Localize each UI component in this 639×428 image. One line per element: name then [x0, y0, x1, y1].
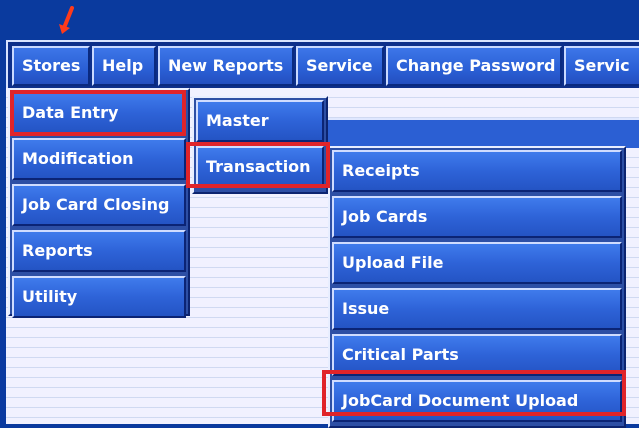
pointer-arrow-icon [59, 6, 74, 34]
data-entry-submenu: Master Transaction [192, 96, 328, 194]
tab-new-reports[interactable]: New Reports [158, 46, 294, 86]
menu-item-utility[interactable]: Utility [12, 276, 186, 318]
menu-item-job-card-closing[interactable]: Job Card Closing [12, 184, 186, 226]
menu-item-jobcard-document-upload[interactable]: JobCard Document Upload [332, 380, 622, 422]
menu-item-transaction[interactable]: Transaction [196, 146, 324, 188]
menu-item-modification[interactable]: Modification [12, 138, 186, 180]
tab-stores[interactable]: Stores [12, 46, 90, 86]
tab-help[interactable]: Help [92, 46, 156, 86]
menu-item-master[interactable]: Master [196, 100, 324, 142]
tab-service[interactable]: Service [296, 46, 384, 86]
transaction-submenu: Receipts Job Cards Upload File Issue Cri… [328, 146, 626, 428]
menu-item-reports[interactable]: Reports [12, 230, 186, 272]
main-menubar: Stores Help New Reports Service Change P… [6, 40, 639, 88]
menu-item-receipts[interactable]: Receipts [332, 150, 622, 192]
menu-item-critical-parts[interactable]: Critical Parts [332, 334, 622, 376]
tab-change-password[interactable]: Change Password [386, 46, 562, 86]
menu-item-upload-file[interactable]: Upload File [332, 242, 622, 284]
menu-item-job-cards[interactable]: Job Cards [332, 196, 622, 238]
submenu-header-band [320, 118, 639, 148]
stores-dropdown: Data Entry Modification Job Card Closing… [8, 88, 190, 318]
tab-service-2[interactable]: Servic [564, 46, 639, 86]
menu-item-data-entry[interactable]: Data Entry [12, 92, 186, 134]
top-background [0, 0, 639, 40]
menu-item-issue[interactable]: Issue [332, 288, 622, 330]
